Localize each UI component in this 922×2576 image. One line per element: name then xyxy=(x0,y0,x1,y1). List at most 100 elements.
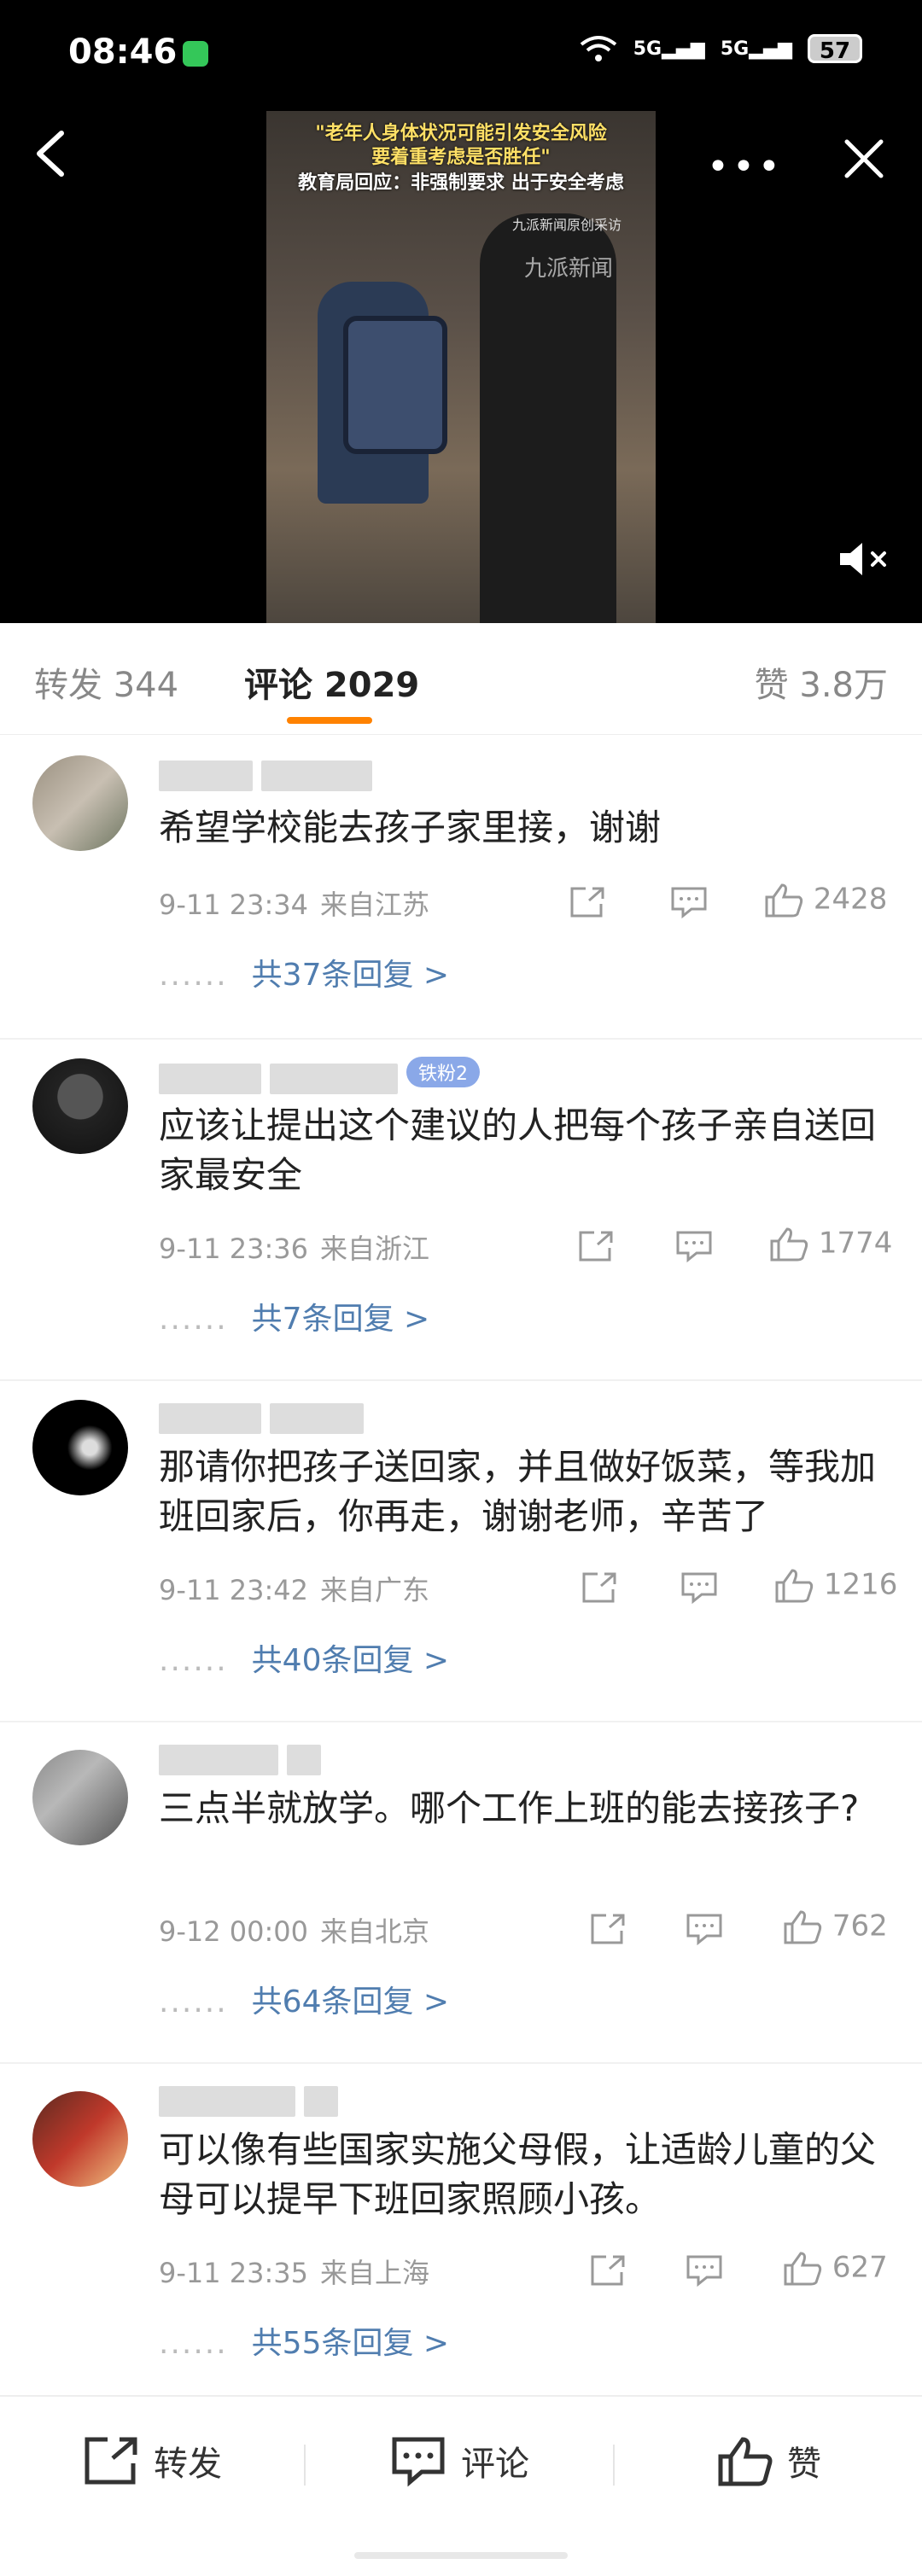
comment-item: 三点半就放学。哪个工作上班的能去接孩子? 9-12 00:00 来自北京 762 … xyxy=(0,1721,922,2064)
video-logo: 九派新闻 xyxy=(523,256,613,282)
comment-meta: 9-12 00:00 来自北京 xyxy=(159,1910,429,1949)
avatar[interactable] xyxy=(32,1400,128,1495)
comment-date: 9-11 23:34 xyxy=(159,889,309,921)
reply-dots: ...... xyxy=(159,1984,228,2019)
avatar[interactable] xyxy=(32,1750,128,1845)
replies-label: 共37条回复 > xyxy=(251,958,450,993)
like-button[interactable]: 1774 xyxy=(768,1226,892,1263)
video-player[interactable]: "老年人身体状况可能引发安全风险 要着重考虑是否胜任" 教育局回应：非强制要求 … xyxy=(0,111,922,623)
comment-location: 来自广东 xyxy=(320,1574,430,1606)
comment-icon[interactable] xyxy=(680,1571,719,1605)
comment-label: 评论 xyxy=(461,2445,529,2484)
status-icons: 5G▂▄▆ 5G▂▄▆ 57 xyxy=(579,34,862,64)
fan-badge: 铁粉2 xyxy=(406,1057,480,1087)
divider xyxy=(304,2445,306,2486)
comment-button[interactable]: 评论 xyxy=(389,2434,529,2487)
comment-text: 可以像有些国家实施父母假，让适龄儿童的父母可以提早下班回家照顾小孩。 xyxy=(159,2129,877,2220)
comment-item: 希望学校能去孩子家里接，谢谢 9-11 23:34 来自江苏 2428 .....… xyxy=(0,735,922,1040)
username-blurred[interactable] xyxy=(159,2083,347,2117)
comment-icon[interactable] xyxy=(674,1229,714,1263)
comment-location: 来自上海 xyxy=(320,2257,430,2289)
replies-label: 共7条回复 > xyxy=(251,1302,430,1337)
comment-tabs: 转发 344 评论 2029 赞 3.8万 xyxy=(0,623,922,735)
video-caption-3: 教育局回应：非强制要求 出于安全考虑 xyxy=(298,172,624,194)
signal-icon: 5G▂▄▆ xyxy=(633,38,705,60)
comment-item: 那请你把孩子送回家，并且做好饭菜，等我加班回家后，你再走，谢谢老师，辛苦了 9-… xyxy=(0,1379,922,1722)
like-button[interactable]: 2428 xyxy=(763,882,887,919)
view-replies-link[interactable]: ...... 共55条回复 > xyxy=(159,2318,449,2363)
like-bottom-button[interactable]: 赞 xyxy=(715,2434,821,2487)
home-indicator[interactable] xyxy=(354,2552,568,2559)
video-frame[interactable]: "老年人身体状况可能引发安全风险 要着重考虑是否胜任" 教育局回应：非强制要求 … xyxy=(266,111,656,623)
bottom-action-bar: 转发 评论 赞 xyxy=(0,2395,922,2576)
signal-icon-2: 5G▂▄▆ xyxy=(720,38,792,60)
like-count: 2428 xyxy=(813,882,888,917)
video-watermark: 九派新闻原创采访 xyxy=(511,217,621,233)
reply-dots: ...... xyxy=(159,1643,228,1678)
avatar[interactable] xyxy=(32,755,128,851)
like-button[interactable]: 627 xyxy=(782,2250,888,2288)
comment-meta: 9-11 23:34 来自江苏 xyxy=(159,883,429,923)
divider xyxy=(613,2445,615,2486)
like-count: 762 xyxy=(832,1909,888,1944)
thumbs-up-icon xyxy=(718,2437,773,2486)
backpack xyxy=(343,316,447,454)
comment-date: 9-11 23:42 xyxy=(159,1574,309,1606)
comment-date: 9-11 23:36 xyxy=(159,1233,309,1265)
mute-icon[interactable] xyxy=(837,538,891,580)
thumbs-up-icon xyxy=(784,1910,822,1944)
view-replies-link[interactable]: ...... 共7条回复 > xyxy=(159,1294,429,1338)
tab-comment[interactable]: 评论 2029 xyxy=(244,657,419,707)
close-icon[interactable] xyxy=(842,137,886,181)
like-count: 1216 xyxy=(823,1567,898,1602)
thumbs-up-icon xyxy=(770,1227,808,1262)
back-icon[interactable] xyxy=(31,128,68,179)
view-replies-link[interactable]: ...... 共64条回复 > xyxy=(159,1977,449,2021)
wifi-icon xyxy=(580,36,616,61)
replies-label: 共40条回复 > xyxy=(251,1643,450,1678)
comment-date: 9-11 23:35 xyxy=(159,2257,309,2289)
reply-dots: ...... xyxy=(159,958,228,993)
comment-item: 可以像有些国家实施父母假，让适龄儿童的父母可以提早下班回家照顾小孩。 9-11 … xyxy=(0,2062,922,2397)
view-replies-link[interactable]: ...... 共40条回复 > xyxy=(159,1635,449,1680)
share-icon[interactable] xyxy=(581,1571,620,1605)
comment-meta: 9-11 23:35 来自上海 xyxy=(159,2252,429,2291)
share-icon[interactable] xyxy=(577,1229,616,1263)
comment-item: 铁粉2 应该让提出这个建议的人把每个孩子亲自送回家最安全 9-11 23:36 来… xyxy=(0,1038,922,1381)
comment-location: 来自北京 xyxy=(320,1915,430,1948)
tab-active-indicator xyxy=(287,717,372,724)
reply-dots: ...... xyxy=(159,2326,228,2361)
username-blurred[interactable] xyxy=(159,757,381,791)
repost-label: 转发 xyxy=(154,2445,222,2484)
comment-icon[interactable] xyxy=(685,2253,724,2288)
status-time: 08:46 xyxy=(68,32,178,72)
username-blurred[interactable] xyxy=(159,1400,372,1434)
view-replies-link[interactable]: ...... 共37条回复 > xyxy=(159,950,449,994)
share-icon[interactable] xyxy=(569,885,608,919)
share-icon[interactable] xyxy=(589,1912,628,1946)
comment-text: 三点半就放学。哪个工作上班的能去接孩子? xyxy=(159,1787,860,1829)
avatar[interactable] xyxy=(32,1058,128,1154)
status-bar: 08:46 5G▂▄▆ 5G▂▄▆ 57 xyxy=(0,0,922,111)
comment-icon[interactable] xyxy=(669,885,709,919)
comment-meta: 9-11 23:36 来自浙江 xyxy=(159,1227,429,1267)
avatar[interactable] xyxy=(32,2091,128,2187)
comment-bubble-icon xyxy=(392,2437,445,2487)
comment-text: 希望学校能去孩子家里接，谢谢 xyxy=(159,807,662,848)
tab-repost[interactable]: 转发 344 xyxy=(34,657,178,707)
comment-location: 来自江苏 xyxy=(320,889,430,921)
username-blurred[interactable] xyxy=(159,1060,406,1094)
share-icon[interactable] xyxy=(589,2253,628,2288)
replies-label: 共55条回复 > xyxy=(251,2326,450,2361)
comment-icon[interactable] xyxy=(685,1912,724,1946)
like-count: 627 xyxy=(832,2250,888,2285)
video-caption-2: 要着重考虑是否胜任" xyxy=(371,147,551,168)
tab-like[interactable]: 赞 3.8万 xyxy=(755,657,888,707)
repost-button[interactable]: 转发 xyxy=(82,2434,222,2487)
username-blurred[interactable] xyxy=(159,1741,330,1775)
reply-dots: ...... xyxy=(159,1302,228,1337)
like-button[interactable]: 762 xyxy=(782,1909,888,1946)
more-icon[interactable]: ••• xyxy=(707,145,784,189)
comment-location: 来自浙江 xyxy=(320,1233,430,1265)
like-button[interactable]: 1216 xyxy=(773,1567,897,1605)
